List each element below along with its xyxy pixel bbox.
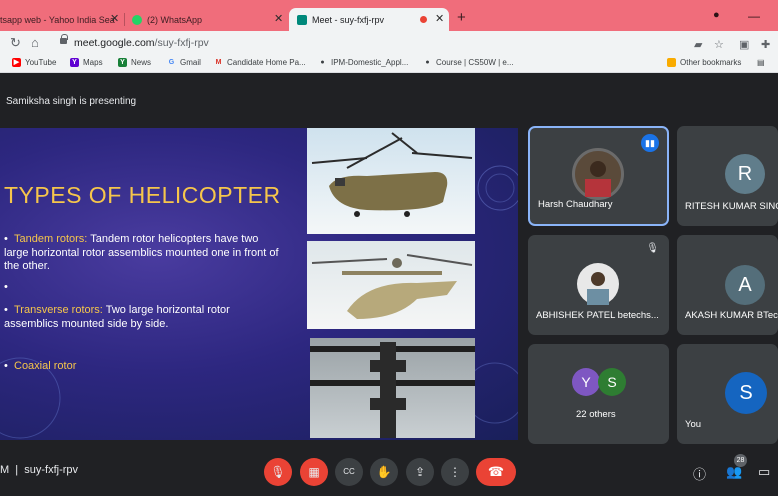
- gmail-icon: M: [215, 59, 222, 66]
- avatar: [572, 148, 624, 200]
- info-icon[interactable]: ⓘ: [693, 464, 706, 483]
- participant-name: AKASH KUMAR BTech: [685, 310, 778, 321]
- bookmark-gmail[interactable]: G Gmail: [167, 58, 201, 67]
- folder-icon: [667, 58, 676, 67]
- toolbar: ↻ ⌂ meet.google.com/suy-fxfj-rpv ▰ ☆ ▣ ✚: [0, 31, 778, 55]
- tab-title: tsapp web - Yahoo India Sea: [0, 14, 115, 25]
- avatar: S: [598, 368, 626, 396]
- meeting-code: M | suy-fxfj-rpv: [0, 464, 79, 476]
- globe-icon: ●: [425, 59, 430, 66]
- globe-icon: ●: [320, 59, 325, 66]
- chat-icon[interactable]: ▭: [758, 464, 770, 480]
- tab-title: Meet - suy-fxfj-rpv: [312, 14, 385, 25]
- lock-icon: [60, 34, 68, 44]
- bullet-coaxial: • Coaxial rotor: [4, 360, 77, 372]
- close-tab-icon[interactable]: ✕: [435, 12, 444, 25]
- participant-name: Harsh Chaudhary: [538, 199, 613, 210]
- participant-tile-akash[interactable]: A AKASH KUMAR BTech: [677, 235, 778, 335]
- profile-icon[interactable]: ●: [713, 9, 720, 21]
- participant-tile-harsh[interactable]: ▮▮ Harsh Chaudhary: [528, 126, 669, 226]
- bookmarks-bar: ▶ YouTube Y Maps Y News G Gmail M Candidate H…: [0, 55, 778, 73]
- meeting-controls-bar: M | suy-fxfj-rpv 🎙 ▦ CC ✋ ⇪ ⋮ ☎ ⓘ 👥 28 ▭: [0, 452, 778, 496]
- avatar: [577, 263, 619, 305]
- yahoo-icon: Y: [70, 58, 79, 67]
- raise-hand-button[interactable]: ✋: [370, 458, 398, 486]
- captions-button[interactable]: CC: [335, 458, 363, 486]
- participant-tile-you[interactable]: S You: [677, 344, 778, 444]
- camera-icon[interactable]: ▰: [694, 38, 702, 51]
- minimize-button[interactable]: —: [748, 9, 760, 23]
- youtube-icon: ▶: [12, 58, 21, 67]
- bookmark-candidate[interactable]: M Candidate Home Pa...: [214, 58, 306, 67]
- recording-icon: [420, 16, 427, 23]
- participant-tile-ritesh[interactable]: R RITESH KUMAR SINGH: [677, 126, 778, 226]
- whatsapp-icon: [132, 14, 142, 25]
- reload-icon[interactable]: ↻: [10, 35, 21, 51]
- present-button[interactable]: ⇪: [406, 458, 434, 486]
- address-bar[interactable]: meet.google.com/suy-fxfj-rpv ▰ ☆ ▣ ✚: [51, 33, 778, 53]
- tab-yahoo[interactable]: tsapp web - Yahoo India Sea ✕: [0, 8, 122, 31]
- puzzle-icon[interactable]: ✚: [761, 38, 770, 51]
- mic-off-button[interactable]: 🎙: [264, 458, 292, 486]
- avatar: A: [725, 265, 765, 305]
- bookmark-ipm[interactable]: ● IPM-Domestic_Appl...: [318, 58, 408, 67]
- bullet-transverse: • Transverse rotors: Two large horizontal…: [4, 304, 230, 330]
- bookmark-other[interactable]: Other bookmarks: [667, 58, 741, 67]
- tab-meet[interactable]: Meet - suy-fxfj-rpv ✕: [289, 8, 449, 31]
- participant-tile-abhishek[interactable]: 🎙 ABHISHEK PATEL betechs...: [528, 235, 669, 335]
- participant-name: You: [685, 419, 702, 430]
- tab-title: (2) WhatsApp: [147, 14, 203, 25]
- news-icon: Y: [118, 58, 127, 67]
- camera-off-button[interactable]: ▦: [300, 458, 328, 486]
- bullet-tandem: • Tandem rotors: Tandem rotor helicopters…: [4, 233, 279, 272]
- speaking-indicator-icon: ▮▮: [641, 134, 659, 152]
- close-tab-icon[interactable]: ✕: [274, 12, 283, 25]
- new-tab-button[interactable]: +: [457, 9, 466, 26]
- more-options-button[interactable]: ⋮: [441, 458, 469, 486]
- participant-name: ABHISHEK PATEL betechs...: [536, 310, 659, 321]
- bookmark-news[interactable]: Y News: [118, 58, 151, 67]
- bookmark-course[interactable]: ● Course | CS50W | e...: [423, 58, 513, 67]
- participant-name: RITESH KUMAR SINGH: [685, 201, 778, 212]
- avatar: R: [725, 154, 765, 194]
- participant-tile-others[interactable]: Y S 22 others: [528, 344, 669, 444]
- slide-title: TYPES OF HELICOPTER: [4, 182, 281, 208]
- reading-list-icon[interactable]: ▤: [757, 58, 765, 67]
- presentation-slide: TYPES OF HELICOPTER • Tandem rotors: Tand…: [0, 128, 518, 440]
- bookmark-youtube[interactable]: ▶ YouTube: [12, 58, 56, 67]
- close-tab-icon[interactable]: ✕: [110, 12, 119, 25]
- transverse-helicopter-image: [307, 241, 475, 329]
- bullet-empty: •: [4, 281, 8, 293]
- tandem-helicopter-image: [307, 128, 475, 234]
- coaxial-helicopter-image: [310, 338, 475, 438]
- leave-call-button[interactable]: ☎: [476, 458, 516, 486]
- google-icon: G: [168, 59, 175, 66]
- mic-off-icon: 🎙: [646, 243, 659, 254]
- participant-count-badge: 28: [734, 454, 747, 467]
- bookmark-maps[interactable]: Y Maps: [70, 58, 103, 67]
- star-icon[interactable]: ☆: [714, 38, 724, 51]
- presenting-label: Samiksha singh is presenting: [6, 96, 137, 107]
- avatar: Y: [572, 368, 600, 396]
- participant-name: 22 others: [576, 409, 616, 420]
- meet-stage: Samiksha singh is presenting TYPES OF HE…: [0, 88, 778, 496]
- home-icon[interactable]: ⌂: [31, 35, 39, 50]
- extension-icon[interactable]: ▣: [739, 38, 749, 51]
- tab-strip: tsapp web - Yahoo India Sea ✕ (2) WhatsA…: [0, 0, 778, 31]
- url-text: meet.google.com/suy-fxfj-rpv: [74, 37, 209, 49]
- avatar: S: [725, 372, 767, 414]
- browser-window: tsapp web - Yahoo India Sea ✕ (2) WhatsA…: [0, 0, 778, 496]
- meet-icon: [297, 14, 307, 25]
- tab-whatsapp[interactable]: (2) WhatsApp ✕: [132, 8, 284, 31]
